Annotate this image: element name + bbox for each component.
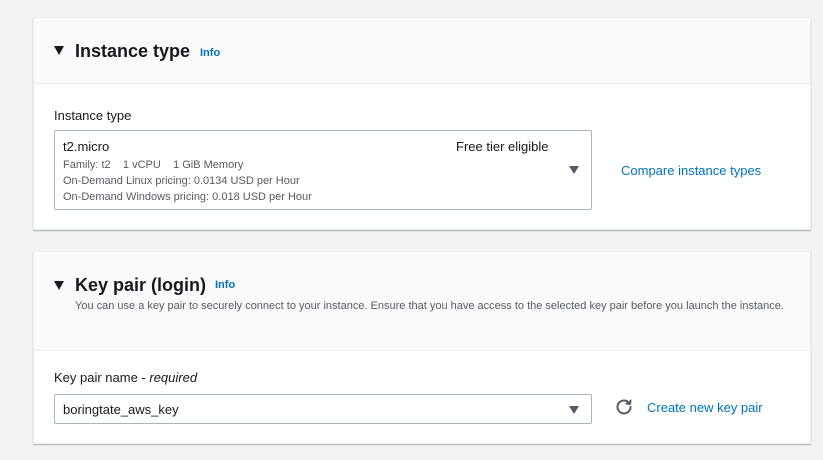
create-new-key-pair-link[interactable]: Create new key pair xyxy=(647,400,763,415)
key-pair-selected-value: boringtate_aws_key xyxy=(63,402,179,417)
instance-type-select[interactable]: t2.micro Free tier eligible Family: t2 1… xyxy=(54,130,592,210)
instance-family: Family: t2 xyxy=(63,159,111,171)
key-pair-description: You can use a key pair to securely conne… xyxy=(75,300,784,312)
refresh-icon[interactable] xyxy=(615,398,633,416)
instance-type-panel: Instance type Info Instance type t2.micr… xyxy=(33,17,811,230)
instance-vcpu: 1 vCPU xyxy=(122,159,161,171)
instance-type-title[interactable]: Instance type xyxy=(75,41,190,62)
compare-instance-types-link[interactable]: Compare instance types xyxy=(621,163,761,178)
key-pair-select[interactable]: boringtate_aws_key xyxy=(54,394,592,424)
key-pair-title[interactable]: Key pair (login) xyxy=(75,275,206,296)
free-tier-badge: Free tier eligible xyxy=(456,139,549,154)
instance-memory: 1 GiB Memory xyxy=(173,159,244,171)
key-pair-field-label: Key pair name - required xyxy=(54,370,197,385)
instance-type-header[interactable]: Instance type Info xyxy=(34,18,810,84)
dropdown-arrow-icon[interactable] xyxy=(569,166,579,174)
instance-type-info-link[interactable]: Info xyxy=(200,47,220,59)
caret-down-icon[interactable] xyxy=(54,281,64,290)
windows-pricing: On-Demand Windows pricing: 0.018 USD per… xyxy=(63,191,312,203)
key-pair-info-link[interactable]: Info xyxy=(215,279,235,291)
dropdown-arrow-icon[interactable] xyxy=(569,406,579,414)
key-pair-header[interactable]: Key pair (login) Info You can use a key … xyxy=(34,252,810,351)
key-pair-label-text: Key pair name - xyxy=(54,370,150,385)
caret-down-icon[interactable] xyxy=(54,46,64,55)
key-pair-panel: Key pair (login) Info You can use a key … xyxy=(33,251,811,444)
required-label: required xyxy=(149,370,198,385)
instance-type-selected-name: t2.micro xyxy=(63,139,110,154)
instance-type-field-label: Instance type xyxy=(54,108,132,123)
linux-pricing: On-Demand Linux pricing: 0.0134 USD per … xyxy=(63,175,300,187)
instance-specs: Family: t2 1 vCPU 1 GiB Memory xyxy=(63,159,243,171)
